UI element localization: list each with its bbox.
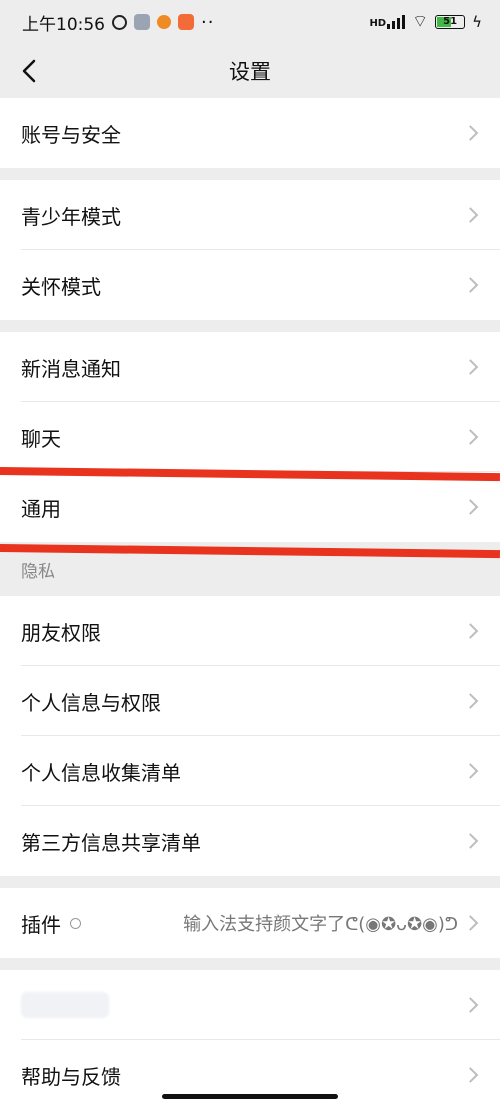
chevron-right-icon — [462, 207, 479, 223]
plugins-label: 插件 — [21, 912, 61, 937]
messages-group: 新消息通知 聊天 通用 — [0, 332, 500, 542]
chat-row[interactable]: 聊天 — [0, 402, 500, 472]
friend-permissions-label: 朋友权限 — [21, 620, 101, 645]
chevron-right-icon — [462, 915, 479, 931]
wifi-icon: ⌔ — [412, 11, 429, 32]
general-label: 通用 — [21, 496, 61, 521]
general-row[interactable]: 通用 — [0, 472, 500, 542]
chevron-right-icon — [462, 763, 479, 779]
page-title: 设置 — [229, 60, 271, 84]
battery-icon: 51 — [435, 15, 466, 29]
chevron-right-icon — [462, 125, 479, 141]
chevron-right-icon — [462, 997, 479, 1013]
status-bar: 上午10:56 ·· HD ⌔ 51 ϟ — [0, 0, 500, 44]
status-left: 上午10:56 ·· — [22, 10, 214, 35]
app-notification-icon — [134, 14, 150, 30]
blurred-setting-row[interactable] — [0, 970, 500, 1040]
chevron-right-icon — [462, 277, 479, 293]
more-notifications-icon: ·· — [201, 11, 215, 33]
chevron-right-icon — [462, 693, 479, 709]
alarm-icon — [112, 14, 127, 30]
help-feedback-label: 帮助与反馈 — [21, 1064, 121, 1089]
modes-group: 青少年模式 关怀模式 — [0, 180, 500, 320]
plugins-group: 插件 输入法支持颜文字了ᕦ(◉✪ᴗ✪◉)ᕤ — [0, 888, 500, 958]
chevron-right-icon — [462, 833, 479, 849]
chevron-right-icon — [462, 359, 479, 375]
account-group: 账号与安全 — [0, 98, 500, 168]
privacy-group: 朋友权限 个人信息与权限 个人信息收集清单 第三方信息共享清单 — [0, 596, 500, 876]
personal-info-permissions-row[interactable]: 个人信息与权限 — [0, 666, 500, 736]
status-time: 上午10:56 — [22, 14, 105, 35]
home-indicator[interactable] — [162, 1094, 338, 1099]
chevron-right-icon — [462, 499, 479, 515]
chat-label: 聊天 — [21, 426, 61, 451]
personal-info-permissions-label: 个人信息与权限 — [21, 690, 161, 715]
account-security-row[interactable]: 账号与安全 — [0, 98, 500, 168]
chevron-right-icon — [462, 1067, 479, 1083]
hd-label: HD — [369, 18, 387, 29]
chevron-right-icon — [462, 429, 479, 445]
personal-info-collection-row[interactable]: 个人信息收集清单 — [0, 736, 500, 806]
personal-info-collection-label: 个人信息收集清单 — [21, 760, 181, 785]
help-feedback-row[interactable]: 帮助与反馈 — [0, 1040, 500, 1110]
new-message-notification-row[interactable]: 新消息通知 — [0, 332, 500, 402]
navigation-bar: 设置 — [0, 44, 500, 98]
charging-icon: ϟ — [472, 13, 482, 31]
third-party-sharing-label: 第三方信息共享清单 — [21, 830, 201, 855]
friend-permissions-row[interactable]: 朋友权限 — [0, 596, 500, 666]
plugins-value: 输入法支持颜文字了ᕦ(◉✪ᴗ✪◉)ᕤ — [183, 914, 458, 935]
plugins-extra: 输入法支持颜文字了ᕦ(◉✪ᴗ✪◉)ᕤ — [70, 888, 458, 958]
plugin-alarm-icon — [70, 917, 81, 929]
account-security-label: 账号与安全 — [21, 122, 121, 147]
hd-network-icon: HD — [369, 15, 406, 29]
back-arrow-icon[interactable] — [20, 59, 40, 83]
youth-mode-row[interactable]: 青少年模式 — [0, 180, 500, 250]
blurred-label — [21, 992, 109, 1018]
new-message-notification-label: 新消息通知 — [21, 356, 121, 381]
status-right: HD ⌔ 51 ϟ — [369, 13, 482, 31]
youth-mode-label: 青少年模式 — [21, 204, 121, 229]
plugins-row[interactable]: 插件 输入法支持颜文字了ᕦ(◉✪ᴗ✪◉)ᕤ — [0, 888, 500, 958]
signal-icon — [387, 15, 406, 29]
third-party-sharing-row[interactable]: 第三方信息共享清单 — [0, 806, 500, 876]
chevron-right-icon — [462, 623, 479, 639]
more-group: 帮助与反馈 — [0, 970, 500, 1110]
care-mode-label: 关怀模式 — [21, 274, 101, 299]
shopping-app-icon — [178, 14, 194, 30]
care-mode-row[interactable]: 关怀模式 — [0, 250, 500, 320]
battery-level: 51 — [443, 16, 458, 27]
orange-app-notification-icon — [157, 15, 171, 29]
